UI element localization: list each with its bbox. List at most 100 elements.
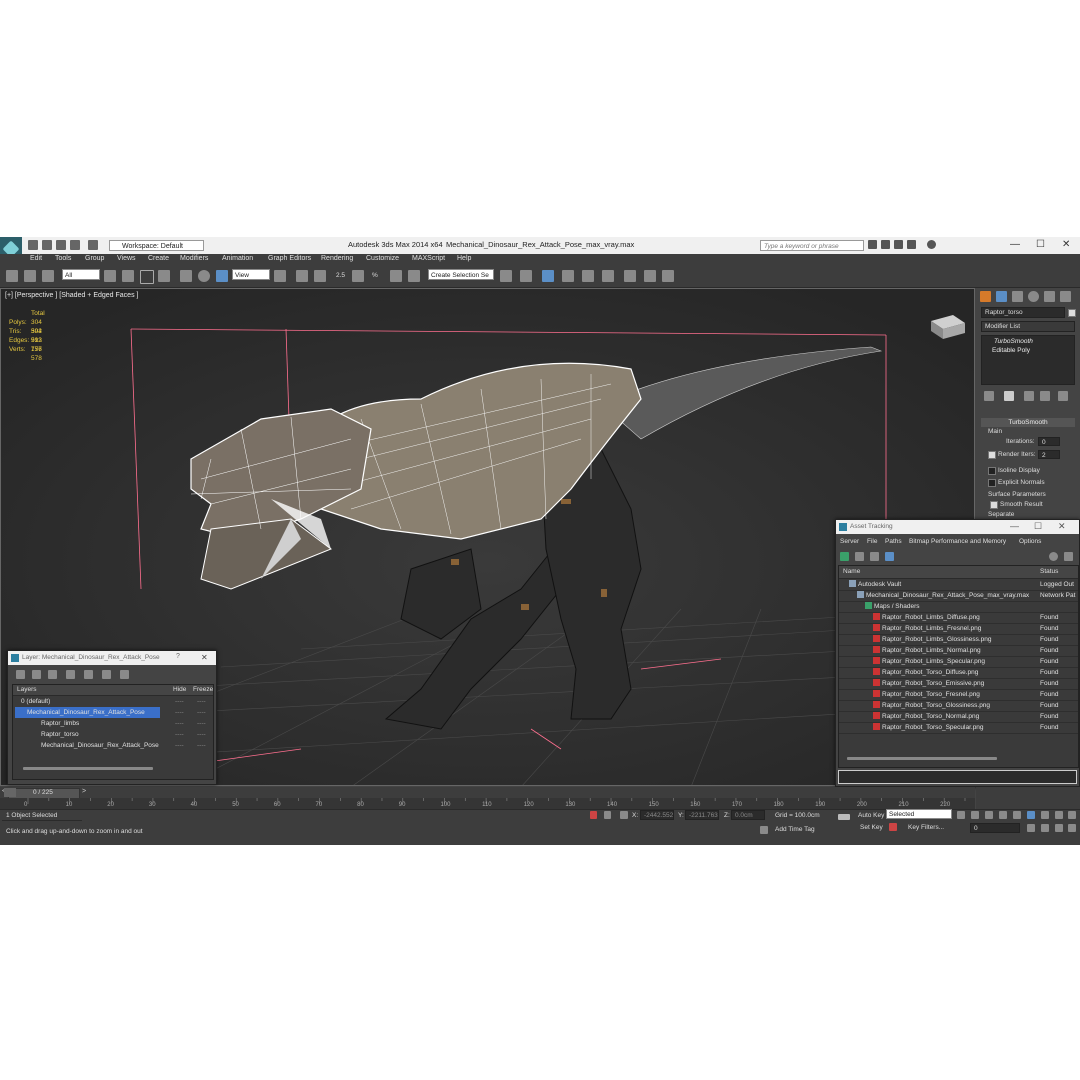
object-color-swatch[interactable] xyxy=(1068,309,1076,317)
play-icon[interactable] xyxy=(985,811,993,819)
key-mode-dropdown[interactable]: Selected xyxy=(886,809,952,819)
select-highlighted-icon[interactable] xyxy=(66,670,75,679)
minimize-button[interactable]: — xyxy=(1010,239,1020,250)
name-column-header[interactable]: Name xyxy=(843,568,860,575)
refresh-icon[interactable] xyxy=(840,552,849,561)
table-view-icon[interactable] xyxy=(885,552,894,561)
asset-menu-paths[interactable]: Paths xyxy=(885,538,902,545)
exchange-icon[interactable] xyxy=(907,240,916,249)
x-coordinate-field[interactable]: -2442.552 xyxy=(640,810,674,820)
selection-lock-icon[interactable] xyxy=(604,811,611,819)
hide-column-header[interactable]: Hide xyxy=(173,686,186,693)
layer-row[interactable]: Mechanical_Dinosaur_Rex_Attack_Pose xyxy=(41,740,159,751)
y-coordinate-field[interactable]: -2211.763 xyxy=(685,810,719,820)
set-key-button[interactable]: Set Key xyxy=(860,824,883,831)
asset-row[interactable]: Raptor_Robot_Limbs_Glossiness.png xyxy=(873,634,991,645)
graphite-ribbon-icon[interactable] xyxy=(562,270,574,282)
menu-help[interactable]: Help xyxy=(457,255,471,262)
window-crossing-icon[interactable] xyxy=(158,270,170,282)
asset-menu-server[interactable]: Server xyxy=(840,538,859,545)
display-tab-icon[interactable] xyxy=(1044,291,1055,302)
smooth-result-checkbox[interactable] xyxy=(990,501,998,509)
redo-icon[interactable] xyxy=(88,240,98,250)
list-view-icon[interactable] xyxy=(855,552,864,561)
freeze-toggle[interactable]: ---- xyxy=(197,742,206,749)
asset-row[interactable]: Raptor_Robot_Torso_Specular.png xyxy=(873,722,984,733)
menu-customize[interactable]: Customize xyxy=(366,255,399,262)
modifier-list-dropdown[interactable]: Modifier List xyxy=(981,321,1075,332)
object-name-field[interactable]: Raptor_torso xyxy=(981,307,1065,318)
viewport-label[interactable]: [+] [Perspective ] [Shaded + Edged Faces… xyxy=(5,292,138,299)
hide-toggle[interactable]: ---- xyxy=(175,731,184,738)
favorites-icon[interactable] xyxy=(894,240,903,249)
asset-list-scrollbar[interactable] xyxy=(847,757,997,760)
menu-rendering[interactable]: Rendering xyxy=(321,255,353,262)
select-manipulate-icon[interactable] xyxy=(296,270,308,282)
schematic-view-icon[interactable] xyxy=(602,270,614,282)
create-tab-icon[interactable] xyxy=(980,291,991,302)
asset-tracking-title[interactable]: Asset Tracking xyxy=(836,520,1079,534)
reference-coordinate-dropdown[interactable]: View xyxy=(232,269,270,280)
layer-row[interactable]: 0 (default) xyxy=(21,696,50,707)
add-time-tag[interactable]: Add Time Tag xyxy=(775,826,815,833)
asset-tracking-close-button[interactable]: ✕ xyxy=(1058,521,1066,532)
key-mode-toggle-icon[interactable] xyxy=(1027,811,1035,819)
search-icon[interactable] xyxy=(868,240,877,249)
set-key-icon[interactable] xyxy=(838,814,850,820)
render-setup-icon[interactable] xyxy=(644,270,656,282)
modify-tab-icon[interactable] xyxy=(996,291,1007,302)
key-filters-button[interactable]: Key Filters... xyxy=(908,824,944,831)
asset-help-icon[interactable] xyxy=(1049,552,1058,561)
menu-graph-editors[interactable]: Graph Editors xyxy=(268,255,311,262)
hierarchy-tab-icon[interactable] xyxy=(1012,291,1023,302)
select-by-name-icon[interactable] xyxy=(122,270,134,282)
menu-group[interactable]: Group xyxy=(85,255,104,262)
current-frame-field[interactable]: 0 xyxy=(970,823,1020,833)
hide-all-layers-icon[interactable] xyxy=(102,670,111,679)
snap-toggle-label[interactable]: 2.5 xyxy=(336,272,345,279)
z-coordinate-field[interactable]: 0.0cm xyxy=(731,810,765,820)
asset-row[interactable]: Raptor_Robot_Limbs_Normal.png xyxy=(873,645,981,656)
asset-settings-icon[interactable] xyxy=(1064,552,1073,561)
render-icon[interactable] xyxy=(662,270,674,282)
layer-manager-icon[interactable] xyxy=(542,270,554,282)
freeze-toggle[interactable]: ---- xyxy=(197,709,206,716)
detail-view-icon[interactable] xyxy=(870,552,879,561)
menu-maxscript[interactable]: MAXScript xyxy=(412,255,445,262)
zoom-icon[interactable] xyxy=(1041,811,1049,819)
layer-dialog-help-button[interactable]: ? xyxy=(176,653,180,660)
asset-row[interactable]: Raptor_Robot_Torso_Fresnel.png xyxy=(873,689,980,700)
freeze-toggle[interactable]: ---- xyxy=(197,698,206,705)
spinner-snap-icon[interactable] xyxy=(390,270,402,282)
asset-row[interactable]: Autodesk Vault xyxy=(849,579,901,590)
hide-toggle[interactable]: ---- xyxy=(175,698,184,705)
align-icon[interactable] xyxy=(520,270,532,282)
menu-edit[interactable]: Edit xyxy=(30,255,42,262)
rectangular-selection-icon[interactable] xyxy=(140,270,154,284)
select-link-icon[interactable] xyxy=(6,270,18,282)
menu-tools[interactable]: Tools xyxy=(55,255,71,262)
named-selection-set-dropdown[interactable]: Create Selection Se xyxy=(428,269,494,280)
layer-row[interactable]: Raptor_limbs xyxy=(41,718,79,729)
pin-stack-icon[interactable] xyxy=(984,391,994,401)
asset-row[interactable]: Maps / Shaders xyxy=(865,601,920,612)
show-end-result-icon[interactable] xyxy=(1004,391,1014,401)
maximize-viewport-icon[interactable] xyxy=(1068,824,1076,832)
mini-curve-icon[interactable] xyxy=(4,788,16,797)
asset-row[interactable]: Raptor_Robot_Torso_Emissive.png xyxy=(873,678,984,689)
maximize-button[interactable]: ☐ xyxy=(1036,239,1045,250)
remove-modifier-icon[interactable] xyxy=(1040,391,1050,401)
hide-toggle[interactable]: ---- xyxy=(175,720,184,727)
asset-row[interactable]: Raptor_Robot_Limbs_Specular.png xyxy=(873,656,985,667)
communication-center-icon[interactable] xyxy=(881,240,890,249)
save-file-icon[interactable] xyxy=(56,240,66,250)
isolate-icon[interactable] xyxy=(590,811,597,819)
menu-animation[interactable]: Animation xyxy=(222,255,253,262)
rotate-icon[interactable] xyxy=(198,270,210,282)
asset-row[interactable]: Raptor_Robot_Torso_Normal.png xyxy=(873,711,979,722)
open-file-icon[interactable] xyxy=(42,240,52,250)
render-iters-spinner[interactable]: 2 xyxy=(1038,450,1060,459)
material-editor-icon[interactable] xyxy=(624,270,636,282)
previous-frame-icon[interactable] xyxy=(971,811,979,819)
help-icon[interactable] xyxy=(927,240,936,249)
